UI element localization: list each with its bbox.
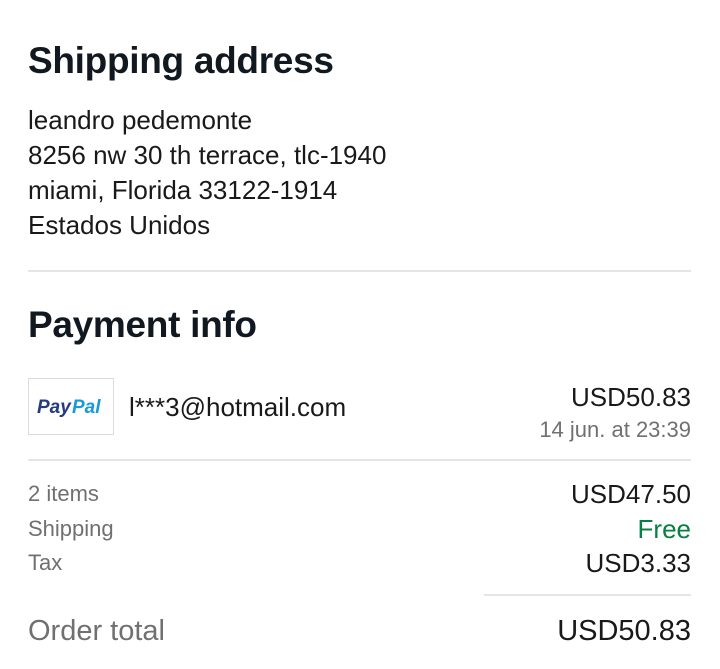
order-total-row: Order total USD50.83 [28, 611, 691, 651]
svg-text:Pay: Pay [37, 397, 72, 418]
items-count-label: 2 items [28, 481, 99, 506]
payment-divider [28, 459, 691, 461]
shipping-address-block: leandro pedemonte 8256 nw 30 th terrace,… [28, 103, 691, 243]
tax-value: USD3.33 [585, 547, 692, 578]
paypal-logo: Pay Pal [28, 378, 114, 435]
summary-row-shipping: Shipping Free [28, 512, 691, 546]
items-subtotal-value: USD47.50 [571, 478, 691, 509]
shipping-value: Free [637, 513, 691, 544]
payment-amount: USD50.83 [571, 382, 691, 412]
payment-info-section: Payment info [28, 306, 691, 343]
order-total-value: USD50.83 [557, 614, 691, 647]
tax-label: Tax [28, 550, 63, 575]
street-address: 8256 nw 30 th terrace, tlc-1940 [28, 140, 387, 170]
shipping-address-title: Shipping address [28, 40, 334, 81]
summary-row-items: 2 items USD47.50 [28, 477, 691, 511]
shipping-address-section: Shipping address [28, 42, 691, 79]
summary-row-tax: Tax USD3.33 [28, 546, 691, 580]
payment-info-title: Payment info [28, 304, 257, 345]
shipping-label: Shipping [28, 516, 114, 541]
section-divider [28, 270, 691, 272]
recipient-name: leandro pedemonte [28, 105, 253, 135]
payment-account-email: l***3@hotmail.com [129, 392, 347, 422]
svg-text:Pal: Pal [72, 397, 101, 418]
payment-date: 14 jun. at 23:39 [539, 417, 691, 442]
total-divider [484, 594, 691, 596]
city-state-zip: miami, Florida 33122-1914 [28, 175, 338, 205]
order-total-label: Order total [28, 614, 165, 647]
paypal-logo-icon: Pay Pal [37, 397, 101, 418]
country: Estados Unidos [28, 210, 211, 240]
